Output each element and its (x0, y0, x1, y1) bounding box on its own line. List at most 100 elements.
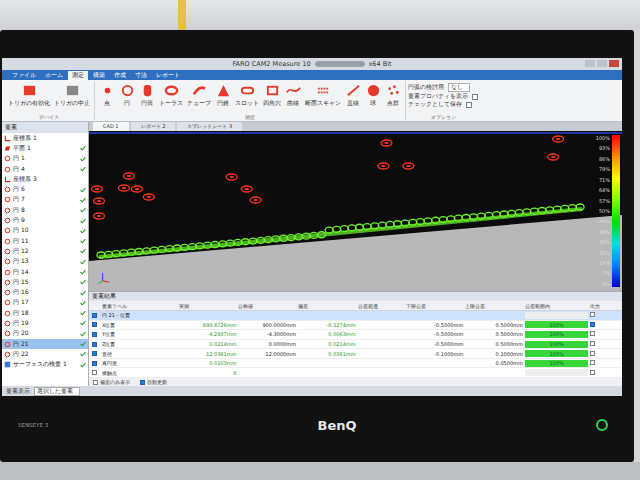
ribbon-tab[interactable]: レポート (152, 71, 184, 80)
tree-item[interactable]: 平面 1 (2, 143, 88, 153)
tree-item[interactable]: 円 16 (2, 287, 88, 297)
output-checkbox[interactable] (590, 322, 595, 327)
measured-point[interactable] (378, 222, 386, 228)
measured-point[interactable] (257, 237, 265, 243)
measured-point[interactable] (492, 212, 500, 218)
ribbon-button[interactable]: 直線 (343, 81, 363, 114)
footer-checkbox[interactable] (140, 380, 145, 385)
measured-point[interactable] (530, 208, 538, 214)
ribbon-button[interactable]: トリガの中止 (52, 81, 92, 114)
column-header[interactable]: 上限公差 (465, 303, 523, 309)
ribbon-button[interactable]: 点 (97, 81, 117, 114)
row-checkbox[interactable] (92, 322, 97, 327)
measured-point[interactable] (333, 226, 341, 232)
results-row[interactable]: 真円度 0.0103mm 0.0500mm 100% (89, 359, 622, 369)
measured-point[interactable] (462, 214, 470, 220)
column-header[interactable]: 偏差 (298, 303, 356, 309)
measured-point[interactable] (203, 242, 211, 248)
cad-view[interactable]: 100%93%86%79%71%64%57%50%43%36%29%21%14%… (89, 131, 622, 291)
output-checkbox[interactable] (590, 360, 595, 365)
ribbon-button[interactable]: 円筒 (137, 81, 157, 114)
results-row[interactable]: Y位置 -4.2937mm -4.3000mm 0.0063mm -0.5000… (89, 330, 622, 340)
ribbon-button[interactable]: 四角穴 (261, 81, 283, 114)
measured-point[interactable] (181, 244, 189, 250)
measured-point[interactable] (302, 233, 310, 239)
measured-point[interactable] (409, 219, 417, 225)
measured-point[interactable] (310, 232, 318, 238)
tree-item[interactable]: 座標系 1 (2, 133, 88, 143)
footer-checkbox[interactable] (93, 380, 98, 385)
measured-point[interactable] (188, 244, 196, 250)
ribbon-tab[interactable]: 測定 (68, 71, 88, 80)
out-of-tolerance-marker[interactable] (403, 163, 414, 169)
out-of-tolerance-marker[interactable] (93, 213, 104, 219)
measured-point[interactable] (173, 245, 181, 251)
tree-item[interactable]: 円 15 (2, 277, 88, 287)
measured-point[interactable] (340, 226, 348, 232)
measured-point[interactable] (219, 241, 227, 247)
measured-point[interactable] (546, 207, 554, 213)
measured-point[interactable] (165, 246, 173, 252)
checkbox[interactable] (466, 102, 472, 108)
tree-item[interactable]: 円 11 (2, 236, 88, 246)
measured-point[interactable] (454, 215, 462, 221)
minimize-button[interactable] (585, 60, 595, 67)
ribbon-tab[interactable]: ホーム (41, 71, 67, 80)
ribbon-button[interactable]: 断面スキャン (303, 81, 343, 114)
view-tab[interactable]: CAD 1 (93, 122, 129, 131)
measured-point[interactable] (416, 219, 424, 225)
column-header[interactable]: 下限公差 (406, 303, 464, 309)
measured-point[interactable] (470, 214, 478, 220)
tree-item[interactable]: 円 13 (2, 257, 88, 267)
measured-point[interactable] (439, 217, 447, 223)
power-button[interactable] (596, 419, 608, 431)
tree-item[interactable]: 円 10 (2, 226, 88, 236)
measured-point[interactable] (196, 243, 204, 249)
measured-point[interactable] (241, 239, 249, 245)
ribbon-button[interactable]: 円 (117, 81, 137, 114)
tree-item[interactable]: 円 4 (2, 164, 88, 174)
measured-point[interactable] (135, 249, 143, 255)
footer-option[interactable]: 自動更新 (140, 379, 167, 385)
status-dropdown[interactable]: 選択した要素 (34, 387, 80, 396)
out-of-tolerance-marker[interactable] (93, 198, 104, 204)
tree-item[interactable]: 円 22 (2, 349, 88, 359)
measured-point[interactable] (576, 204, 584, 210)
measured-point[interactable] (348, 225, 356, 231)
output-checkbox[interactable] (590, 341, 595, 346)
measured-point[interactable] (112, 251, 120, 257)
measured-point[interactable] (424, 218, 432, 224)
measured-point[interactable] (508, 210, 516, 216)
tree-item[interactable]: 円 9 (2, 215, 88, 225)
tree-item[interactable]: 円 6 (2, 184, 88, 194)
measured-point[interactable] (318, 232, 326, 238)
ribbon-tab[interactable]: 作成 (110, 71, 130, 80)
results-row[interactable]: 直径 12.0381mm 12.0000mm 0.0381mm -0.1000m… (89, 349, 622, 359)
results-row[interactable]: X位置 899.8726mm 900.0000mm -0.1274mm -0.5… (89, 321, 622, 331)
measured-point[interactable] (272, 236, 280, 242)
column-header[interactable]: 公差超過 (358, 303, 404, 309)
measured-point[interactable] (356, 224, 364, 230)
tree-item[interactable]: 円 19 (2, 318, 88, 328)
ribbon-button[interactable]: チューブ (185, 81, 213, 114)
footer-option[interactable]: 偏差のみ表示 (93, 379, 130, 385)
view-tab[interactable]: スプレッドシート 3 (177, 122, 242, 131)
measured-point[interactable] (120, 250, 128, 256)
column-header[interactable]: 要素ラベル (102, 303, 177, 309)
row-checkbox[interactable] (92, 313, 97, 318)
ribbon-button[interactable]: トーラス (157, 81, 185, 114)
ribbon-button[interactable]: トリガの有効化 (6, 81, 52, 114)
tree-item[interactable]: 円 7 (2, 195, 88, 205)
tree-item[interactable]: 円 12 (2, 246, 88, 256)
output-checkbox[interactable] (590, 351, 595, 356)
out-of-tolerance-marker[interactable] (226, 174, 237, 180)
out-of-tolerance-marker[interactable] (553, 136, 564, 142)
measured-point[interactable] (500, 211, 508, 217)
measured-point[interactable] (477, 213, 485, 219)
out-of-tolerance-marker[interactable] (131, 186, 142, 192)
measured-point[interactable] (295, 234, 303, 240)
tree-item[interactable]: 円 17 (2, 298, 88, 308)
maximize-button[interactable] (597, 60, 607, 67)
measured-point[interactable] (249, 238, 257, 244)
out-of-tolerance-marker[interactable] (548, 154, 559, 160)
